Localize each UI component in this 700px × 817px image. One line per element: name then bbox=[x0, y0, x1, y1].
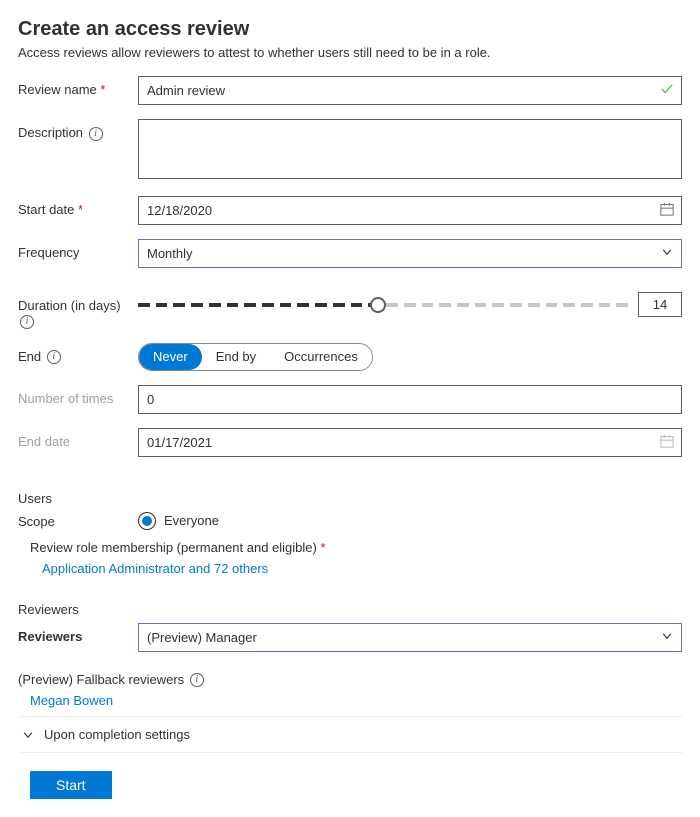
chevron-down-icon bbox=[661, 630, 673, 642]
start-date-input[interactable] bbox=[138, 196, 682, 225]
duration-label: Duration (in days) i bbox=[18, 292, 138, 329]
end-option-never[interactable]: Never bbox=[139, 344, 202, 370]
reviewers-label: Reviewers bbox=[18, 623, 138, 644]
info-icon: i bbox=[20, 315, 34, 329]
frequency-label: Frequency bbox=[18, 239, 138, 260]
duration-value[interactable]: 14 bbox=[638, 292, 682, 317]
scope-radio-everyone[interactable] bbox=[138, 512, 156, 530]
fallback-reviewers-label: (Preview) Fallback reviewers i bbox=[18, 672, 682, 688]
role-membership-label: Review role membership (permanent and el… bbox=[30, 540, 682, 555]
slider-knob[interactable] bbox=[370, 297, 386, 313]
frequency-select[interactable]: Monthly bbox=[138, 239, 682, 268]
info-icon: i bbox=[47, 350, 61, 364]
scope-label: Scope bbox=[18, 512, 138, 529]
end-label: End i bbox=[18, 343, 138, 365]
start-button[interactable]: Start bbox=[30, 771, 112, 799]
end-date-label: End date bbox=[18, 428, 138, 449]
end-date-input bbox=[138, 428, 682, 457]
description-label: Description i bbox=[18, 119, 138, 141]
users-heading: Users bbox=[18, 491, 682, 506]
number-of-times-label: Number of times bbox=[18, 385, 138, 406]
description-input[interactable] bbox=[138, 119, 682, 179]
reviewers-heading: Reviewers bbox=[18, 602, 682, 617]
page-subtitle: Access reviews allow reviewers to attest… bbox=[18, 45, 682, 60]
review-name-input[interactable] bbox=[138, 76, 682, 105]
review-name-label: Review name * bbox=[18, 76, 138, 97]
fallback-reviewer-link[interactable]: Megan Bowen bbox=[30, 693, 113, 708]
scope-radio-label: Everyone bbox=[164, 513, 219, 528]
page-title: Create an access review bbox=[18, 18, 682, 41]
chevron-down-icon bbox=[661, 246, 673, 258]
end-option-occurrences[interactable]: Occurrences bbox=[270, 344, 372, 370]
number-of-times-input bbox=[138, 385, 682, 414]
reviewers-select[interactable]: (Preview) Manager bbox=[138, 623, 682, 652]
duration-slider[interactable] bbox=[138, 295, 628, 315]
upon-completion-accordion[interactable]: Upon completion settings bbox=[18, 716, 682, 753]
end-option-endby[interactable]: End by bbox=[202, 344, 270, 370]
start-date-label: Start date * bbox=[18, 196, 138, 217]
end-toggle-group: Never End by Occurrences bbox=[138, 343, 373, 371]
roles-link[interactable]: Application Administrator and 72 others bbox=[42, 561, 268, 576]
info-icon: i bbox=[89, 127, 103, 141]
info-icon: i bbox=[190, 673, 204, 687]
chevron-down-icon bbox=[22, 729, 34, 741]
